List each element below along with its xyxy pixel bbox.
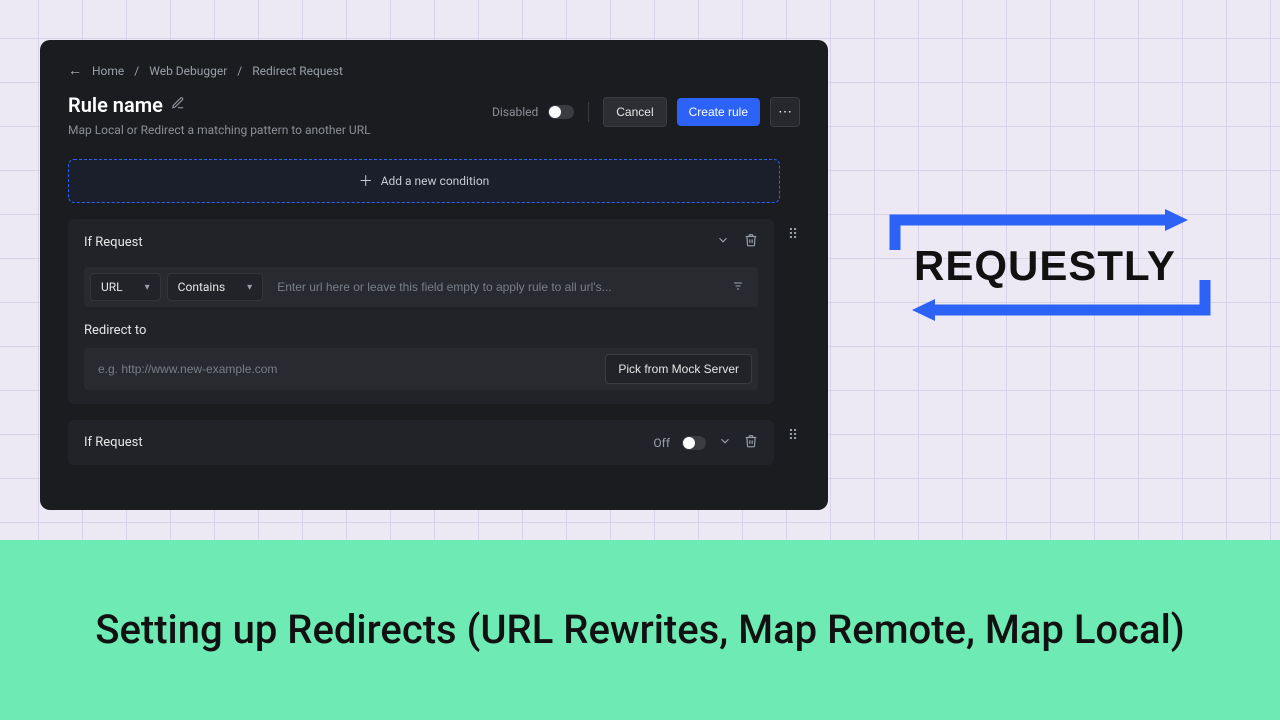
breadcrumb-sep: /: [237, 64, 242, 78]
breadcrumb-sep: /: [134, 64, 139, 78]
caption-band: Setting up Redirects (URL Rewrites, Map …: [0, 540, 1280, 720]
condition-title: If Request: [84, 235, 143, 250]
enable-toggle[interactable]: [548, 105, 574, 119]
match-key-value: URL: [101, 280, 123, 294]
collapse-icon[interactable]: [716, 233, 730, 251]
off-label: Off: [653, 436, 670, 450]
condition-title: If Request: [84, 435, 143, 450]
requestly-logo: REQUESTLY: [880, 200, 1240, 334]
more-options-button[interactable]: ⋯: [770, 97, 800, 127]
collapse-icon[interactable]: [718, 434, 732, 451]
redirect-to-label: Redirect to: [84, 323, 758, 338]
breadcrumb-home[interactable]: Home: [92, 64, 124, 78]
cancel-button[interactable]: Cancel: [603, 97, 666, 127]
create-rule-button[interactable]: Create rule: [677, 98, 760, 126]
redirect-url-input[interactable]: [90, 356, 599, 382]
separator: [588, 102, 589, 122]
filter-icon[interactable]: [724, 280, 752, 295]
delete-icon[interactable]: [744, 434, 758, 451]
edit-icon[interactable]: [171, 96, 185, 114]
plus-icon: ＋: [359, 171, 373, 191]
add-condition-button[interactable]: ＋ Add a new condition: [68, 159, 780, 203]
condition-card-2: If Request Off: [68, 420, 774, 465]
disabled-label: Disabled: [492, 105, 538, 119]
breadcrumb-redirect-request[interactable]: Redirect Request: [252, 64, 343, 78]
chevron-down-icon: ▾: [145, 282, 150, 293]
rule-editor-panel: ← Home / Web Debugger / Redirect Request…: [40, 40, 828, 510]
drag-handle[interactable]: ⠿: [786, 420, 800, 465]
match-url-input[interactable]: [269, 274, 718, 300]
pick-from-mock-button[interactable]: Pick from Mock Server: [605, 354, 752, 384]
breadcrumb-web-debugger[interactable]: Web Debugger: [149, 64, 227, 78]
drag-handle[interactable]: ⠿: [786, 219, 800, 404]
page-subtitle: Map Local or Redirect a matching pattern…: [68, 123, 371, 137]
breadcrumb: ← Home / Web Debugger / Redirect Request: [68, 62, 800, 79]
page-title: Rule name: [68, 93, 163, 117]
match-key-select[interactable]: URL ▾: [90, 273, 161, 301]
match-operator-select[interactable]: Contains ▾: [167, 273, 264, 301]
back-arrow-icon[interactable]: ←: [68, 62, 82, 79]
caption-text: Setting up Redirects (URL Rewrites, Map …: [95, 605, 1185, 655]
condition-card-1: If Request URL ▾ Contains ▾: [68, 219, 774, 404]
chevron-down-icon: ▾: [247, 282, 252, 293]
delete-icon[interactable]: [744, 233, 758, 251]
add-condition-label: Add a new condition: [381, 174, 490, 188]
match-operator-value: Contains: [178, 280, 225, 294]
condition-toggle[interactable]: [682, 436, 706, 450]
logo-text: REQUESTLY: [914, 242, 1176, 289]
